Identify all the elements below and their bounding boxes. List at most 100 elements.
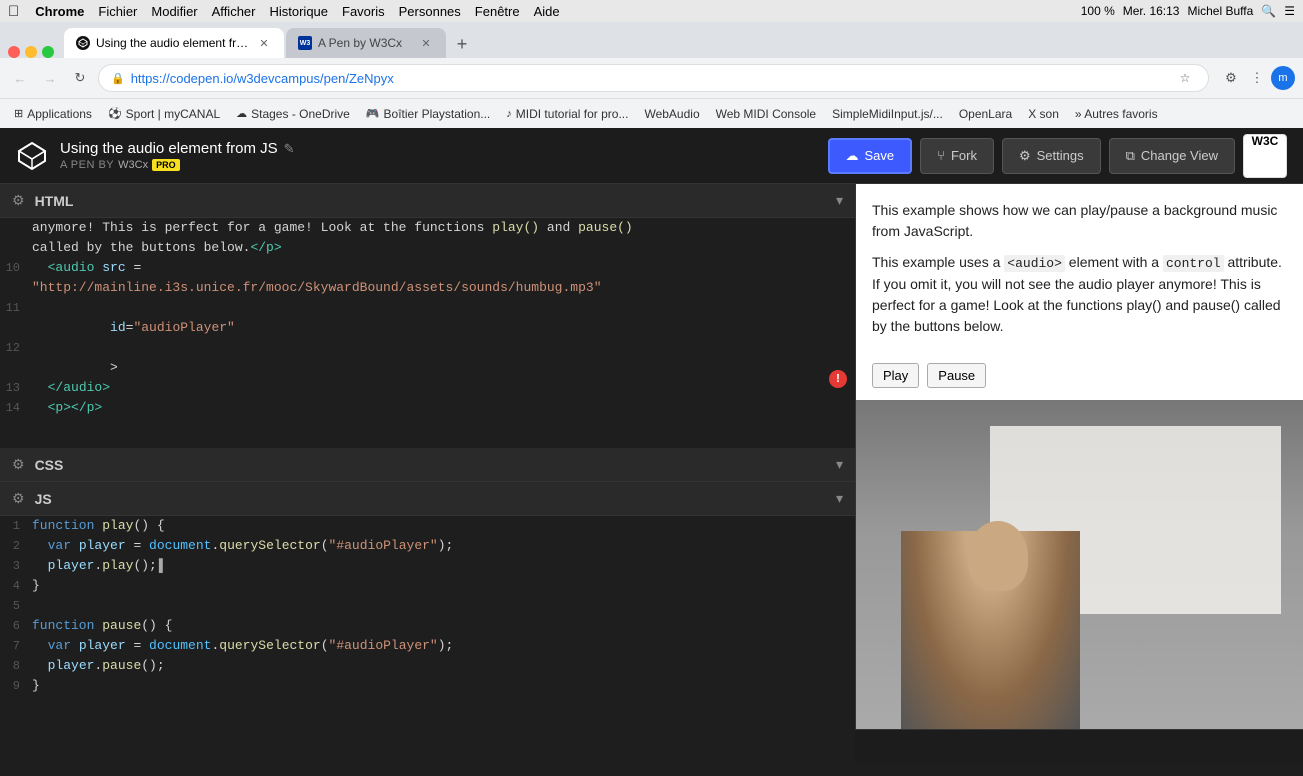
tab-codepen[interactable]: Using the audio element from... ✕ xyxy=(64,28,284,58)
menubar-right: 100 % Mer. 16:13 Michel Buffa 🔍 ☰ xyxy=(1081,4,1295,18)
menu-fenetre[interactable]: Fenêtre xyxy=(475,4,520,19)
video-feed xyxy=(856,400,1303,730)
address-bar[interactable]: 🔒 https://codepen.io/w3devcampus/pen/ZeN… xyxy=(98,64,1209,92)
html-code-area[interactable]: anymore! This is perfect for a game! Loo… xyxy=(0,218,855,448)
bookmark-simplemidi[interactable]: SimpleMidiInput.js/... xyxy=(826,105,949,123)
preview-buttons: Play Pause xyxy=(856,363,1303,400)
bookmark-openlara[interactable]: OpenLara xyxy=(953,105,1018,123)
settings-label: Settings xyxy=(1037,148,1084,163)
search-icon[interactable]: 🔍 xyxy=(1261,4,1276,18)
change-view-button[interactable]: ⧉ Change View xyxy=(1109,138,1235,174)
bookmark-sport[interactable]: ⚽ Sport | myCANAL xyxy=(102,105,226,123)
reload-button[interactable]: ↻ xyxy=(68,66,92,90)
preview-audio-code: <audio> xyxy=(1004,255,1065,272)
star-icon[interactable]: ☆ xyxy=(1174,67,1196,89)
css-collapse-icon[interactable]: ▾ xyxy=(836,456,843,473)
address-right-icons: ☆ xyxy=(1174,67,1196,89)
window-close-btn[interactable] xyxy=(8,46,20,58)
html-line-11: 11 xyxy=(0,298,855,318)
html-collapse-icon[interactable]: ▾ xyxy=(836,192,843,209)
cloud-icon: ☁ xyxy=(236,107,247,120)
js-line-7: 7 var player = document.querySelector("#… xyxy=(0,636,855,656)
css-section-header[interactable]: ⚙ CSS ▾ xyxy=(0,448,855,482)
pen-author-name[interactable]: W3Cx xyxy=(118,159,148,171)
html-line-14: 14 <p></p> xyxy=(0,398,855,418)
apps-icon: ⊞ xyxy=(14,107,23,120)
menu-personnes[interactable]: Personnes xyxy=(399,4,461,19)
profile-avatar[interactable]: m xyxy=(1271,66,1295,90)
tab-w3cx[interactable]: W3 A Pen by W3Cx ✕ xyxy=(286,28,446,58)
pen-by-line: A PEN BY W3Cx PRO xyxy=(60,159,816,171)
css-editor-section: ⚙ CSS ▾ xyxy=(0,448,855,482)
pen-edit-icon[interactable]: ✎ xyxy=(284,141,295,157)
js-line-2: 2 var player = document.querySelector("#… xyxy=(0,536,855,556)
menu-favoris[interactable]: Favoris xyxy=(342,4,385,19)
bookmark-webaudio[interactable]: WebAudio xyxy=(638,105,705,123)
apple-menu[interactable]:  xyxy=(8,3,19,20)
html-line-cont2: called by the buttons below.</p> xyxy=(0,238,855,258)
window-minimize-btn[interactable] xyxy=(25,46,37,58)
midi-icon: ♪ xyxy=(506,108,512,120)
chrome-toolbar: ⚙ ⋮ m xyxy=(1219,66,1295,90)
menu-fichier[interactable]: Fichier xyxy=(98,4,137,19)
window-maximize-btn[interactable] xyxy=(42,46,54,58)
tab-codepen-label: Using the audio element from... xyxy=(96,36,250,50)
fork-button[interactable]: ⑂ Fork xyxy=(920,138,994,174)
menu-historique[interactable]: Historique xyxy=(269,4,328,19)
js-line-6: 6 function pause() { xyxy=(0,616,855,636)
html-line-11b: id="audioPlayer" xyxy=(0,318,855,338)
menu-chrome[interactable]: Chrome xyxy=(35,4,84,19)
css-gear-icon[interactable]: ⚙ xyxy=(12,456,25,473)
menu-aide[interactable]: Aide xyxy=(534,4,560,19)
save-label: Save xyxy=(865,148,895,163)
bookmark-midi-label: MIDI tutorial for pro... xyxy=(516,107,629,121)
bookmark-boitier[interactable]: 🎮 Boîtier Playstation... xyxy=(360,105,496,123)
bookmark-applications[interactable]: ⊞ Applications xyxy=(8,105,98,123)
js-editor-section: ⚙ JS ▾ 1 function play() { 2 var player … xyxy=(0,482,855,776)
view-icon: ⧉ xyxy=(1126,148,1135,164)
html-gear-icon[interactable]: ⚙ xyxy=(12,192,25,209)
chrome-tabbar: Using the audio element from... ✕ W3 A P… xyxy=(0,22,1303,58)
pause-button[interactable]: Pause xyxy=(927,363,986,388)
bookmark-stages[interactable]: ☁ Stages - OneDrive xyxy=(230,105,356,123)
js-gear-icon[interactable]: ⚙ xyxy=(12,490,25,507)
html-line-12b: > xyxy=(0,358,855,378)
forward-button[interactable]: → xyxy=(38,66,62,90)
play-button[interactable]: Play xyxy=(872,363,919,388)
bookmark-webmidi[interactable]: Web MIDI Console xyxy=(710,105,822,123)
notification-icon[interactable]: ☰ xyxy=(1284,4,1295,18)
back-button[interactable]: ← xyxy=(8,66,32,90)
css-section-title: CSS xyxy=(35,457,64,473)
chrome-menu-icon[interactable]: ⋮ xyxy=(1245,66,1269,90)
tab-codepen-close[interactable]: ✕ xyxy=(256,35,272,51)
fork-label: Fork xyxy=(951,148,977,163)
security-lock-icon: 🔒 xyxy=(111,72,125,85)
person-head xyxy=(968,521,1028,591)
tab-w3cx-close[interactable]: ✕ xyxy=(418,35,434,51)
js-line-3: 3 player.play();▌ xyxy=(0,556,855,576)
js-section-header[interactable]: ⚙ JS ▾ xyxy=(0,482,855,516)
html-line-13: 13 </audio> ! xyxy=(0,378,855,398)
new-tab-button[interactable]: + xyxy=(448,30,476,58)
w3c-button[interactable]: W3C xyxy=(1243,134,1287,178)
settings-button[interactable]: ⚙ Settings xyxy=(1002,138,1101,174)
bookmark-sport-label: Sport | myCANAL xyxy=(126,107,220,121)
bookmark-stages-label: Stages - OneDrive xyxy=(251,107,350,121)
editor-panel: ⚙ HTML ▾ anymore! This is perfect for a … xyxy=(0,184,855,729)
bookmark-xson[interactable]: X son xyxy=(1022,105,1065,123)
settings-gear-icon: ⚙ xyxy=(1019,148,1031,164)
js-code-area[interactable]: 1 function play() { 2 var player = docum… xyxy=(0,516,855,776)
bookmark-xson-label: X son xyxy=(1028,107,1059,121)
url-text: https://codepen.io/w3devcampus/pen/ZeNpy… xyxy=(131,71,1168,86)
preview-text-area: This example shows how we can play/pause… xyxy=(856,184,1303,363)
preview-panel: This example shows how we can play/pause… xyxy=(855,184,1303,729)
html-section-header[interactable]: ⚙ HTML ▾ xyxy=(0,184,855,218)
js-collapse-icon[interactable]: ▾ xyxy=(836,490,843,507)
save-button[interactable]: ☁ Save xyxy=(828,138,913,174)
menu-afficher[interactable]: Afficher xyxy=(212,4,256,19)
extensions-icon[interactable]: ⚙ xyxy=(1219,66,1243,90)
js-line-1: 1 function play() { xyxy=(0,516,855,536)
bookmark-midi[interactable]: ♪ MIDI tutorial for pro... xyxy=(500,105,634,123)
bookmark-more[interactable]: » Autres favoris xyxy=(1069,105,1164,123)
menu-modifier[interactable]: Modifier xyxy=(151,4,197,19)
